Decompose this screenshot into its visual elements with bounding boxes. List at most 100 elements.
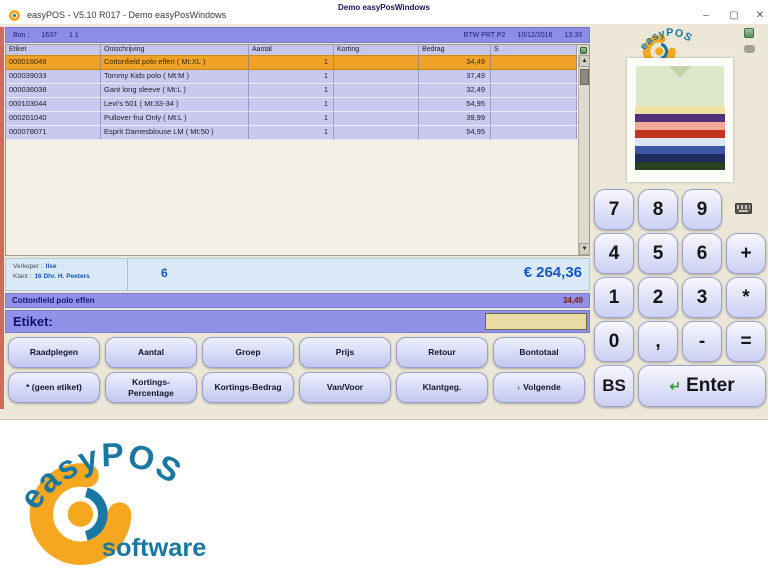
backspace-button[interactable]: BS [594,365,634,407]
bon-label: Bon : [13,31,30,39]
receipt-total: € 264,36 [523,264,582,281]
cell-s [491,56,577,69]
cell-etiket: 000078071 [6,126,101,139]
verkoper-label: Verkoper : [13,263,43,270]
selected-article-name: Cottonfield polo effen [12,296,95,305]
display-icon[interactable] [744,28,754,38]
shirt-stack-bar [635,106,725,114]
cell-bedrag: 54,95 [419,126,491,139]
shirt-stack-bar [635,146,725,154]
table-row[interactable]: 000036038 Gant long sleeve ( Mt:L ) 1 32… [6,84,577,98]
prijs-button[interactable]: Prijs [299,337,391,368]
kortings-percentage-button[interactable]: Kortings-Percentage [105,372,197,403]
cell-omschrijving: Gant long sleeve ( Mt:L ) [101,84,249,97]
numpad-2[interactable]: 2 [638,277,678,318]
col-aantal: Aantal [249,45,334,55]
table-row[interactable]: 000016049 Cottonfield polo effen ( Mt:XL… [6,55,577,70]
table-row[interactable]: 000103044 Levi's 501 ( Mt:33-34 ) 1 54,9… [6,98,577,112]
volgende-button[interactable]: › Volgende [493,372,585,403]
numpad-3[interactable]: 3 [682,277,722,318]
cell-bedrag: 39,99 [419,112,491,125]
enter-label: Enter [686,375,735,396]
cell-s [491,84,577,97]
table-row[interactable]: 000201040 Pullover frui Only ( Mt:L ) 1 … [6,112,577,126]
selected-article-price: 34,49 [562,296,583,305]
scroll-down-icon[interactable]: ▼ [579,243,590,255]
demo-title: Demo easyPosWindows [338,3,430,12]
enter-arrow-icon: ↵ [669,377,682,394]
van-voor-button[interactable]: Van/Voor [299,372,391,403]
receipt-table: Etiket Omschrijving Aantal Korting Bedra… [5,44,590,256]
cell-etiket: 000039033 [6,70,101,83]
numpad-1[interactable]: 1 [594,277,634,318]
date: 10/12/2016 [517,31,553,39]
easypos-logo-large: easyPOS software [13,437,206,565]
table-row[interactable]: 000039033 Tommy Kids polo ( Mt:M ) 1 37,… [6,70,577,84]
vertical-scrollbar[interactable]: ▲ ▼ [578,55,590,255]
left-accent-stripe [0,27,4,409]
cell-s [491,112,577,125]
grid-corner [578,45,589,55]
numpad-6[interactable]: 6 [682,233,722,274]
cell-s [491,98,577,111]
numpad-equals[interactable]: = [726,321,766,362]
retour-button[interactable]: Retour [396,337,488,368]
cell-korting [334,112,419,125]
table-row[interactable]: 000078071 Esprit Damesblouse LM ( Mt:50 … [6,126,577,140]
numpad-9[interactable]: 9 [682,189,722,230]
bon-extra: 1 1 [68,31,79,39]
selected-article-bar: Cottonfield polo effen 34,49 [5,293,590,308]
numpad-4[interactable]: 4 [594,233,634,274]
numpad-7[interactable]: 7 [594,189,634,230]
cell-aantal: 1 [249,112,334,125]
grid-options-icon[interactable] [580,46,587,54]
cell-korting [334,84,419,97]
summary-panel: Verkoper : Ilse Klant :16 Dhr. H. Peeters… [5,258,590,291]
cell-bedrag: 32,49 [419,84,491,97]
cell-etiket: 000201040 [6,112,101,125]
cell-omschrijving: Pullover frui Only ( Mt:L ) [101,112,249,125]
cell-aantal: 1 [249,70,334,83]
cell-bedrag: 37,49 [419,70,491,83]
cell-aantal: 1 [249,98,334,111]
scroll-up-icon[interactable]: ▲ [579,55,590,67]
table-body: 000016049 Cottonfield polo effen ( Mt:XL… [6,55,577,140]
raadplegen-button[interactable]: Raadplegen [8,337,100,368]
enter-button[interactable]: ↵ Enter [638,365,766,407]
etiket-bar: Etiket: [5,310,590,333]
numpad-0[interactable]: 0 [594,321,634,362]
col-bedrag: Bedrag [419,45,491,55]
etiket-label: Etiket: [13,314,53,329]
groep-button[interactable]: Groep [202,337,294,368]
klantgeg-button[interactable]: Klantgeg. [396,372,488,403]
numpad-multiply[interactable]: * [726,277,766,318]
help-balloon-icon[interactable] [744,45,755,53]
numpad-5[interactable]: 5 [638,233,678,274]
chevron-right-icon: › [517,382,521,393]
numpad-comma[interactable]: , [638,321,678,362]
bon-number: 1637 [41,31,57,39]
numpad-8[interactable]: 8 [638,189,678,230]
volgende-label: Volgende [523,382,561,393]
numpad-minus[interactable]: - [682,321,722,362]
cell-omschrijving: Cottonfield polo effen ( Mt:XL ) [101,56,249,69]
geen-etiket-button[interactable]: * (geen etiket) [8,372,100,403]
scrollbar-thumb[interactable] [580,69,589,85]
etiket-input[interactable] [485,313,587,330]
kortings-bedrag-button[interactable]: Kortings-Bedrag [202,372,294,403]
numpad-plus[interactable]: + [726,233,766,274]
aantal-button[interactable]: Aantal [105,337,197,368]
cell-bedrag: 54,95 [419,98,491,111]
cell-aantal: 1 [249,56,334,69]
keyboard-icon[interactable] [735,203,752,214]
shirts-photo [627,58,733,182]
bontotaal-button[interactable]: Bontotaal [493,337,585,368]
verkoper-value: Ilse [45,263,57,270]
cell-s [491,70,577,83]
shirt-stack-bar [635,162,725,170]
item-count: 6 [161,266,168,280]
cell-s [491,126,577,139]
col-omschrijving: Omschrijving [101,45,249,55]
cell-korting [334,126,419,139]
cell-aantal: 1 [249,84,334,97]
